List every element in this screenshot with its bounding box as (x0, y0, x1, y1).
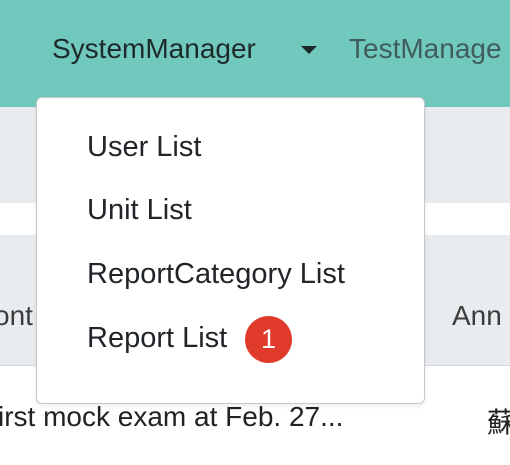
nav-system-manager[interactable]: SystemManager (52, 33, 256, 65)
top-navbar: SystemManager TestManage (0, 0, 510, 107)
table-cell-announcer: 蘇 (487, 407, 510, 438)
system-manager-dropdown: User List Unit List ReportCategory List … (36, 97, 425, 404)
table-header-content: ont (0, 300, 33, 331)
chevron-down-icon[interactable] (301, 46, 317, 54)
menu-item-report-list[interactable]: Report List (87, 322, 227, 355)
nav-test-manager[interactable]: TestManage (349, 33, 502, 65)
menu-item-user-list[interactable]: User List (87, 131, 201, 164)
menu-item-reportcategory-list[interactable]: ReportCategory List (87, 258, 345, 291)
notification-badge: 1 (245, 316, 292, 363)
table-header-announcer: Ann (452, 300, 502, 331)
table-cell-content: irst mock exam at Feb. 27... (0, 401, 344, 432)
menu-item-unit-list[interactable]: Unit List (87, 194, 192, 227)
